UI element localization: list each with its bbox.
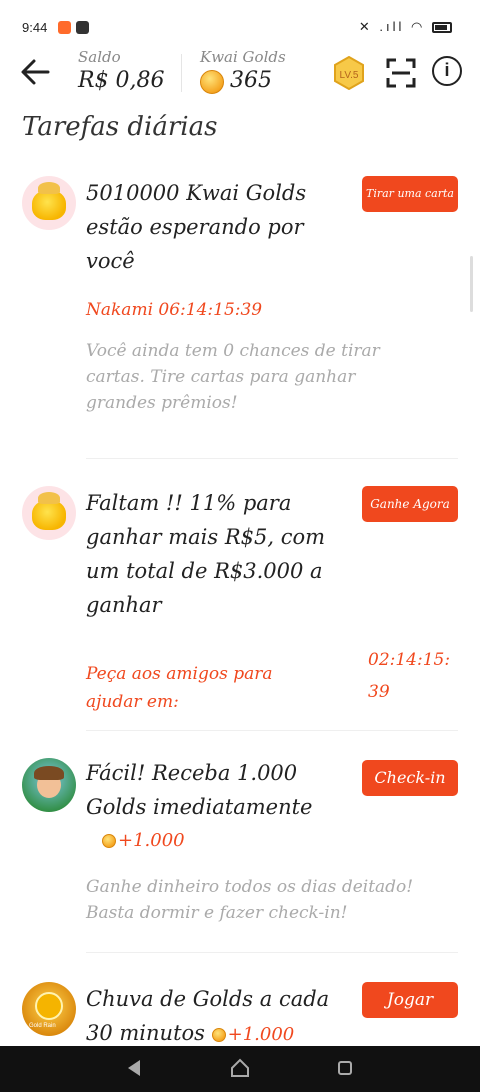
character-avatar-icon — [22, 758, 76, 812]
scan-button[interactable] — [384, 56, 418, 90]
app-notification-icon-2 — [76, 21, 89, 34]
gold-coin-icon — [102, 834, 116, 848]
check-in-button[interactable]: Check-in — [362, 760, 458, 796]
gold-bag-icon — [22, 176, 76, 230]
status-time: 9:44 — [22, 20, 48, 35]
saldo-label: Saldo — [78, 48, 121, 66]
countdown-text: Nakami 06:14:15:39 — [86, 300, 263, 320]
level-badge-text: LV.5 — [340, 70, 359, 81]
task-title: Faltam !! 11% para ganhar mais R$5, com … — [86, 491, 326, 617]
nav-back-icon[interactable] — [128, 1060, 140, 1076]
help-timer: 02:14:15: 39 — [368, 650, 451, 702]
golds-label: Kwai Golds — [200, 48, 286, 66]
play-button[interactable]: Jogar — [362, 982, 458, 1018]
section-title: Tarefas diárias — [22, 112, 218, 142]
task-title: 5010000 Kwai Golds estão esperando por v… — [86, 181, 307, 273]
reward-amount: +1.000 — [102, 830, 185, 851]
help-text: Peça aos amigos para ajudar em: — [86, 664, 273, 712]
draw-card-button[interactable]: Tirar uma carta — [362, 176, 458, 212]
level-badge-icon: LV.5 — [334, 55, 364, 91]
scan-icon — [386, 58, 416, 88]
header: Saldo R$ 0,86 Kwai Golds 365 LV.5 i — [0, 44, 480, 102]
task-title: Fácil! Receba 1.000 Golds imediatamente — [86, 761, 313, 819]
nav-recent-apps-icon[interactable] — [338, 1061, 352, 1075]
task-title: Chuva de Golds a cada 30 minutos +1.000 — [86, 987, 330, 1045]
saldo-value: R$ 0,86 — [78, 68, 165, 93]
reward-amount: +1.000 — [211, 1024, 294, 1045]
task-divider — [86, 952, 458, 953]
header-divider — [181, 54, 182, 92]
app-notification-icon — [58, 21, 71, 34]
nav-home-icon[interactable] — [230, 1058, 250, 1078]
earn-now-button[interactable]: Ganhe Agora — [362, 486, 458, 522]
task-divider — [86, 730, 458, 731]
signal-wifi-icons: ✕ .ıll ◠ — [358, 19, 426, 34]
info-icon: i — [444, 60, 450, 80]
gold-coin-icon — [200, 70, 224, 94]
system-nav-bar — [0, 1046, 480, 1092]
gold-rain-label: Gold Rain — [29, 1023, 56, 1029]
level-badge[interactable]: LV.5 — [332, 55, 366, 91]
task-description: Ganhe dinheiro todos os dias deitado! Ba… — [86, 877, 414, 923]
gold-bag-icon — [22, 486, 76, 540]
battery-icon — [432, 22, 452, 34]
back-arrow-icon — [21, 59, 50, 85]
gold-coin-icon — [211, 1028, 226, 1042]
task-divider — [86, 458, 458, 459]
golds-value: 365 — [230, 68, 272, 93]
status-icons: ✕ .ıll ◠ — [359, 19, 452, 35]
task-description: Você ainda tem 0 chances de tirar cartas… — [86, 341, 380, 413]
scrollbar[interactable] — [470, 256, 473, 312]
gold-rain-icon: Gold Rain — [22, 982, 76, 1036]
info-button[interactable]: i — [432, 56, 462, 86]
back-arrow-button[interactable] — [18, 56, 54, 88]
